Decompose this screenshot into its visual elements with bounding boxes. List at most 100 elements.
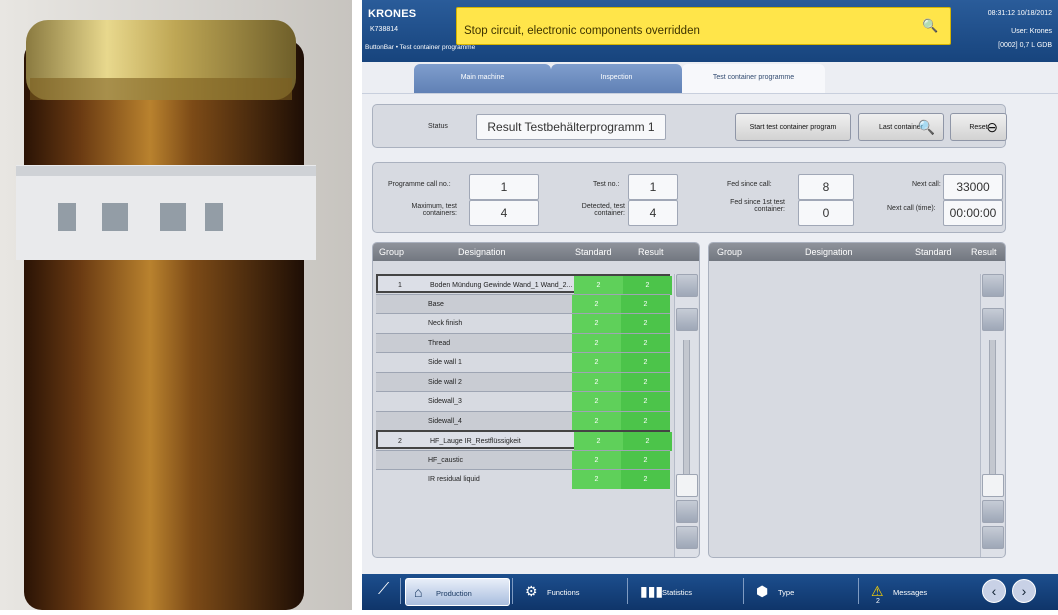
- fed-since-first-test-container-value: 0: [798, 200, 854, 226]
- functions-label: Functions: [547, 588, 580, 597]
- search-icon[interactable]: 🔍: [922, 18, 938, 34]
- tab-test-container-programme[interactable]: Test container programme: [682, 64, 825, 94]
- messages-button[interactable]: Messages ⚠ 2: [863, 578, 968, 606]
- left-table-header: Group Designation Standard Result: [373, 243, 699, 261]
- scrollbar-thumb[interactable]: [683, 340, 690, 476]
- scroll-down-icon[interactable]: [982, 526, 1004, 549]
- designation-cell: Thread: [428, 339, 451, 347]
- table-row[interactable]: Side wall 1 22: [376, 352, 670, 372]
- group-cell: [376, 373, 420, 392]
- group-cell: [376, 392, 420, 411]
- tab-main-machine[interactable]: Main machine: [414, 64, 551, 94]
- table-row[interactable]: 1 Boden Mündung Gewinde Wand_1 Wand_2... 2…: [376, 274, 672, 295]
- statistics-icon: ▮▮▮: [640, 583, 664, 599]
- result-cell: 2: [621, 314, 670, 333]
- statistics-label: Statistics: [662, 588, 693, 597]
- next-call-time-value: 00:00:00: [943, 200, 1003, 226]
- functions-icon: ⚙: [525, 583, 538, 599]
- table-row[interactable]: Sidewall_3 2 2: [376, 391, 670, 411]
- fed-since-call-value: 8: [798, 174, 854, 200]
- result-cell: 2: [621, 372, 670, 392]
- standard-cell: 2: [572, 294, 621, 314]
- test-no-value: 1: [628, 174, 678, 200]
- table-row[interactable]: Base 2 2: [376, 293, 670, 314]
- scroll-handle-icon[interactable]: [676, 474, 698, 497]
- start-test-program-button[interactable]: Start test container program: [735, 113, 851, 141]
- scroll-page-down-icon[interactable]: [982, 500, 1004, 523]
- table-row[interactable]: HF_caustic 2 2: [376, 449, 670, 470]
- table-row[interactable]: Side wall 2 22: [376, 371, 670, 392]
- scroll-page-up-icon[interactable]: [676, 308, 698, 331]
- separator: [400, 578, 401, 604]
- table-row[interactable]: IR residual liquid 2 2: [376, 469, 670, 489]
- standard-cell: 2: [572, 314, 621, 333]
- designation-cell: Sidewall_4: [428, 417, 462, 425]
- col-designation-left: Designation: [458, 247, 506, 257]
- designation-cell: Side wall 1: [428, 359, 462, 366]
- tab-inspection[interactable]: Inspection: [551, 64, 682, 94]
- status-label: Status: [428, 123, 448, 130]
- alarm-banner[interactable]: Stop circuit, electronic components over…: [456, 7, 951, 45]
- scroll-up-icon[interactable]: [676, 274, 698, 297]
- result-cell: 2: [623, 432, 672, 451]
- group-cell: [376, 314, 420, 333]
- last-container-label: Last container: [879, 124, 923, 131]
- standard-cell: 2: [574, 432, 623, 451]
- standard-cell: 2: [574, 276, 623, 295]
- result-cell: 2: [621, 392, 670, 411]
- scroll-up-icon[interactable]: [982, 274, 1004, 297]
- col-standard-left: Standard: [575, 247, 612, 257]
- designation-cell: Neck finish: [428, 320, 463, 327]
- next-call-time-label: Next call (time):: [887, 205, 936, 212]
- group-cell: [376, 353, 420, 372]
- chevron-right-icon[interactable]: ›: [1012, 579, 1036, 603]
- product-label: [0002] 0,7 L GDB: [998, 42, 1052, 49]
- type-button[interactable]: Type ⬢: [748, 578, 853, 606]
- scroll-down-icon[interactable]: [676, 526, 698, 549]
- result-cell: 2: [621, 450, 670, 470]
- standard-cell: 2: [572, 333, 621, 353]
- designation-cell: Base: [428, 300, 444, 308]
- table-row[interactable]: Sidewall_4 2 2: [376, 410, 670, 431]
- group-cell: [376, 295, 420, 314]
- designation-cell: Sidewall_3: [428, 398, 462, 405]
- right-scrollbar[interactable]: [980, 274, 1004, 557]
- statistics-button[interactable]: Statistics ▮▮▮: [632, 578, 737, 606]
- alarm-text: Stop circuit, electronic components over…: [464, 25, 700, 37]
- reset-label: Reset: [969, 124, 988, 131]
- search-icon: 🔍: [917, 119, 935, 135]
- production-button[interactable]: Production ⌂: [405, 578, 510, 606]
- group-cell: [376, 470, 420, 489]
- standard-cell: 2: [572, 353, 621, 372]
- separator: [858, 578, 859, 604]
- col-group-left: Group: [379, 247, 405, 257]
- col-result-right: Result: [971, 247, 997, 257]
- scroll-page-down-icon[interactable]: [676, 500, 698, 523]
- maximum-test-containers-label: Maximum, test containers:: [411, 203, 457, 217]
- next-call-value: 33000: [943, 174, 1003, 200]
- standard-cell: 2: [572, 392, 621, 411]
- table-row[interactable]: 2 HF_Lauge IR_Restflüssigkeit 2 2: [376, 430, 672, 451]
- last-container-button[interactable]: Last container 🔍: [858, 113, 944, 141]
- scroll-handle-icon[interactable]: [982, 474, 1004, 497]
- reset-icon: ⊖: [986, 119, 998, 135]
- reset-button[interactable]: Reset ⊖: [950, 113, 1007, 141]
- right-table-header: Group Designation Standard Result: [709, 243, 1005, 261]
- left-scrollbar[interactable]: [674, 274, 698, 557]
- scrollbar-thumb[interactable]: [989, 340, 996, 476]
- designation-cell: HF_Lauge IR_Restflüssigkeit: [430, 438, 521, 445]
- functions-button[interactable]: Functions ⚙: [517, 578, 622, 606]
- table-row[interactable]: Neck finish 2 2: [376, 313, 670, 333]
- messages-count: 2: [876, 598, 880, 605]
- group-cell: 2: [398, 438, 402, 445]
- user-label: User: Krones: [1011, 28, 1052, 35]
- detected-test-container-value: 4: [628, 200, 678, 226]
- scroll-page-up-icon[interactable]: [982, 308, 1004, 331]
- result-cell: 2: [621, 294, 670, 314]
- tab-divider: [362, 93, 1058, 94]
- home-icon[interactable]: ⟋: [378, 582, 389, 598]
- chevron-left-icon[interactable]: ‹: [982, 579, 1006, 603]
- counters-panel: Programme call no.: 1 Maximum, test cont…: [372, 162, 1006, 233]
- table-row[interactable]: Thread 2 2: [376, 332, 670, 353]
- separator: [743, 578, 744, 604]
